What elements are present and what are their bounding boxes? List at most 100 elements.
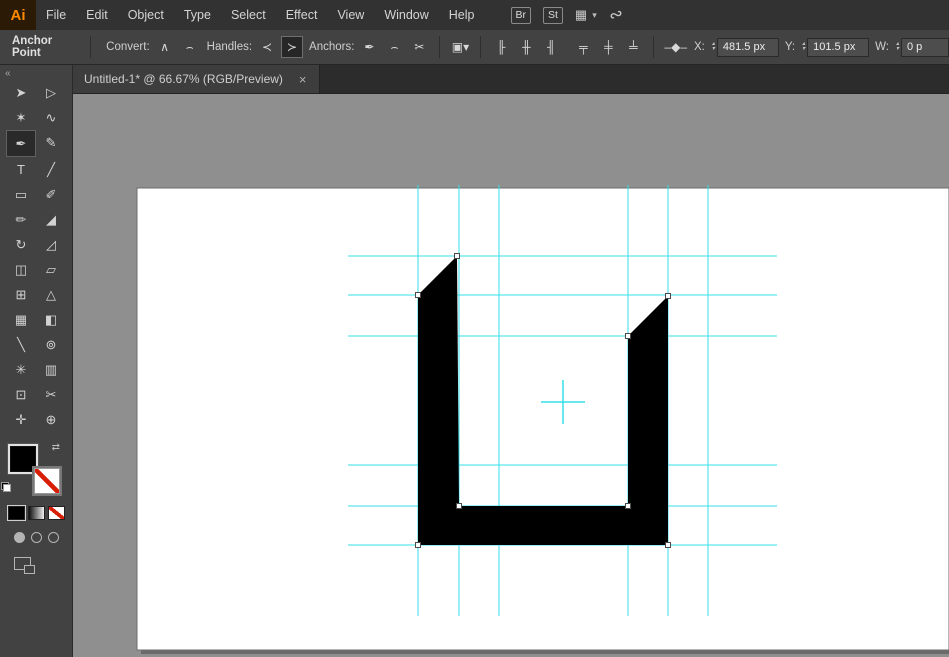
arrange-documents-icon[interactable]: ▦ [575,7,587,23]
color-button[interactable] [8,506,25,520]
swap-fill-stroke-icon[interactable]: ⇄ [52,442,60,453]
chevron-down-icon[interactable]: ▾ [592,10,597,21]
none-button[interactable] [48,506,65,520]
lasso-tool[interactable]: ∿ [36,105,66,130]
x-stepper[interactable]: ▴▾ [712,42,715,52]
eraser-tool[interactable]: ◢ [36,207,66,232]
perspective-grid-tool[interactable]: △ [36,282,66,307]
workspace-icon[interactable]: ∾ [606,3,626,27]
document-tab[interactable]: Untitled-1* @ 66.67% (RGB/Preview) × [72,65,320,93]
anchors-icons: ✒⌢✂ [358,36,430,58]
canvas-svg[interactable] [72,93,949,657]
app-logo-icon: Ai [0,0,36,30]
cut-path-icon[interactable]: ✂ [408,36,430,58]
shaper-tool[interactable]: ✏ [6,207,36,232]
w-stepper[interactable]: ▴▾ [896,42,899,52]
vertical-align-bottom-icon[interactable]: ╧ [622,36,644,58]
horizontal-align-right-icon[interactable]: ╢ [540,36,562,58]
y-field[interactable]: 101.5 px [807,38,869,57]
draw-inside-icon[interactable] [48,532,59,543]
slice-tool[interactable]: ✂ [36,382,66,407]
document-tab-title: Untitled-1* @ 66.67% (RGB/Preview) [84,72,283,86]
w-field[interactable]: 0 p [901,38,949,57]
change-screen-mode-icon[interactable] [14,557,31,570]
width-tool[interactable]: ◫ [6,257,36,282]
object-icons: ▣▾ [449,36,471,58]
symbol-sprayer-tool[interactable]: ✳ [6,357,36,382]
rectangle-tool[interactable]: ▭ [6,182,36,207]
default-fill-stroke-icon[interactable] [1,482,11,492]
tools-panel: « ➤▷✶∿✒✎T╱▭✐✏◢↻◿◫▱⊞△▦◧╲⊚✳▥⊡✂✛⊕ ⇄ [0,64,73,657]
blend-tool[interactable]: ⊚ [36,332,66,357]
horizontal-align-left-icon[interactable]: ╟ [490,36,512,58]
show-handles-icon[interactable]: ≺ [256,36,278,58]
draw-normal-icon[interactable] [14,532,25,543]
separator [90,36,91,58]
y-label: Y: [785,41,795,53]
paintbrush-tool[interactable]: ✐ [36,182,66,207]
isolate-object-menu-icon[interactable]: ▣▾ [449,36,471,58]
anchor-point[interactable] [666,294,671,299]
magic-wand-tool[interactable]: ✶ [6,105,36,130]
menu-window[interactable]: Window [374,0,438,30]
hand-tool[interactable]: ✛ [6,407,36,432]
misc-icons: –◆– [663,36,688,58]
y-stepper[interactable]: ▴▾ [802,42,805,52]
stock-button[interactable]: St [543,7,563,24]
anchor-point[interactable] [626,334,631,339]
line-segment-tool[interactable]: ╱ [36,157,66,182]
anchor-point[interactable] [416,543,421,548]
collapse-panel-icon[interactable]: « [5,68,11,79]
menu-effect[interactable]: Effect [276,0,328,30]
artboard-tool[interactable]: ⊡ [6,382,36,407]
vertical-align-center-icon[interactable]: ╪ [597,36,619,58]
free-transform-tool[interactable]: ▱ [36,257,66,282]
convert-to-corner-icon[interactable]: ∧ [154,36,176,58]
x-field[interactable]: 481.5 px [717,38,779,57]
anchor-point[interactable] [626,504,631,509]
vertical-align-top-icon[interactable]: ╤ [572,36,594,58]
selection-tool[interactable]: ➤ [6,80,36,105]
separator [653,36,654,58]
pen-tool[interactable]: ✒ [6,130,36,157]
menu-file[interactable]: File [36,0,76,30]
handles-icons: ≺≻ [256,36,303,58]
zoom-tool[interactable]: ⊕ [36,407,66,432]
hide-handles-icon[interactable]: ≻ [281,36,303,58]
curvature-tool[interactable]: ✎ [36,130,66,155]
anchor-point[interactable] [457,504,462,509]
anchor-point[interactable] [455,254,460,259]
scale-tool[interactable]: ◿ [36,232,66,257]
canvas[interactable] [72,93,949,657]
menu-edit[interactable]: Edit [76,0,118,30]
shape-builder-tool[interactable]: ⊞ [6,282,36,307]
bridge-button[interactable]: Br [511,7,532,24]
convert-to-smooth-icon[interactable]: ⌢ [179,36,201,58]
horizontal-align-center-icon[interactable]: ╫ [515,36,537,58]
menu-type[interactable]: Type [174,0,221,30]
artboard[interactable] [137,188,949,650]
connect-anchors-icon[interactable]: ⌢ [383,36,405,58]
menu-view[interactable]: View [327,0,374,30]
gradient-tool[interactable]: ◧ [36,307,66,332]
close-tab-icon[interactable]: × [299,72,307,87]
mesh-tool[interactable]: ▦ [6,307,36,332]
anchors-label: Anchors: [309,41,354,53]
rotate-tool[interactable]: ↻ [6,232,36,257]
stroke-color-swatch[interactable] [34,468,60,494]
anchor-point[interactable] [416,293,421,298]
direct-selection-tool[interactable]: ▷ [36,80,66,105]
control-bar-title: Anchor Point [12,35,71,59]
menu-object[interactable]: Object [118,0,174,30]
type-tool[interactable]: T [6,157,36,182]
column-graph-tool[interactable]: ▥ [36,357,66,382]
anchor-point[interactable] [666,543,671,548]
fill-color-swatch[interactable] [10,446,36,472]
reference-point-icon[interactable]: –◆– [663,36,688,58]
eyedropper-tool[interactable]: ╲ [6,332,36,357]
draw-behind-icon[interactable] [31,532,42,543]
menu-select[interactable]: Select [221,0,276,30]
gradient-button[interactable] [28,506,45,520]
remove-anchor-icon[interactable]: ✒ [358,36,380,58]
menu-help[interactable]: Help [439,0,485,30]
